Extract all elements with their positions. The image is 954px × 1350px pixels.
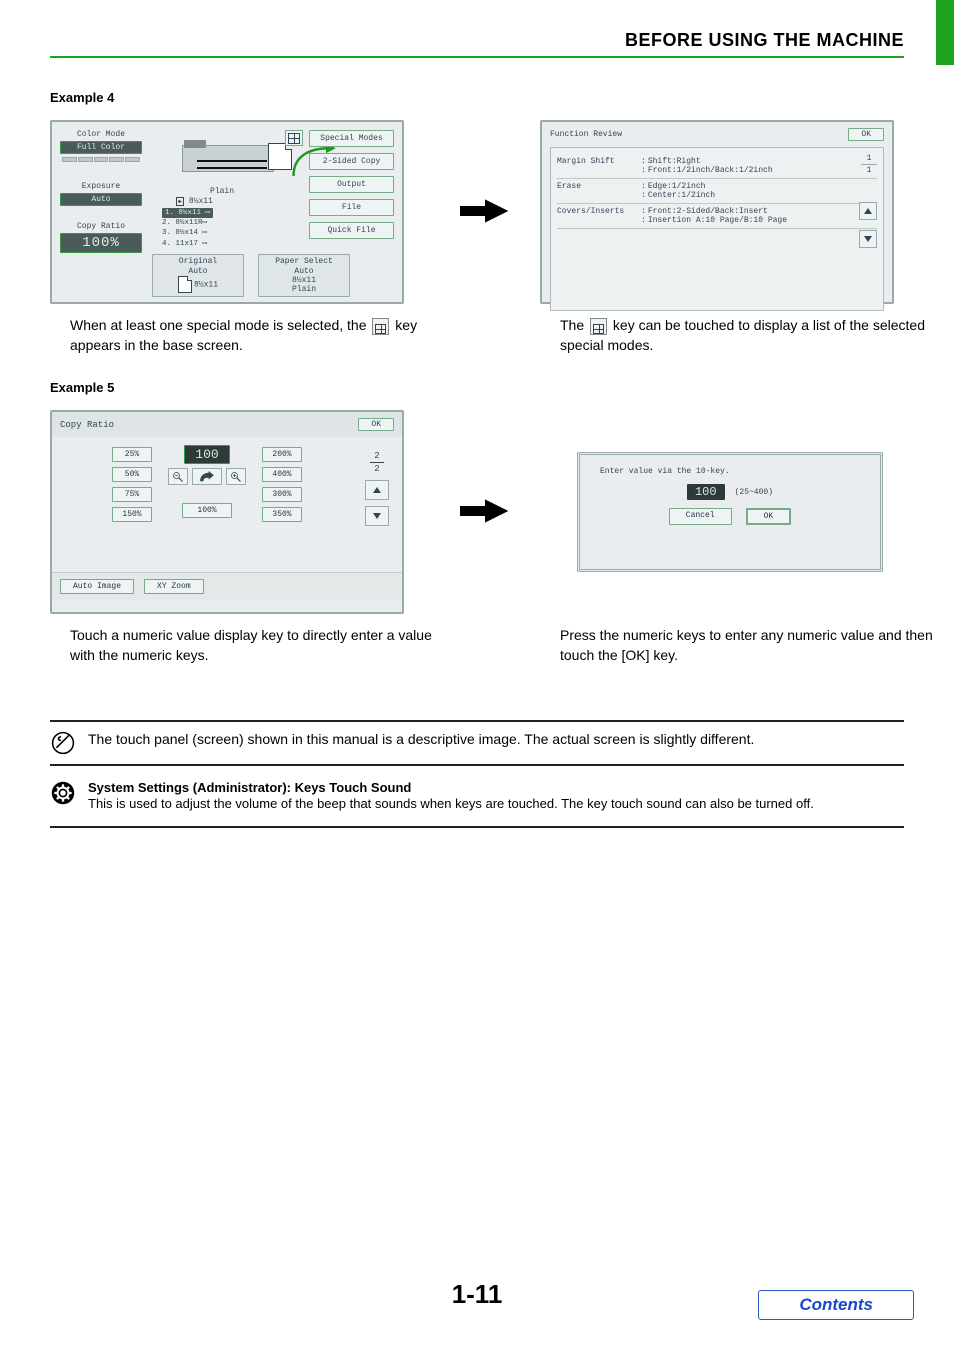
copy-ratio-button[interactable]: 100%	[60, 233, 142, 253]
example5-caption-right: Press the numeric keys to enter any nume…	[540, 626, 940, 665]
contents-link[interactable]: Contents	[758, 1290, 914, 1320]
xy-zoom-button[interactable]: XY Zoom	[144, 579, 204, 594]
example4-caption-right: The key can be touched to display a list…	[540, 316, 940, 355]
numeric-ok-button[interactable]: OK	[746, 508, 792, 525]
tray-list: 1. 8½x11 ▭ 2. 8½x11R▭ 3. 8½x14 ▭ 4. 11x1…	[162, 208, 292, 249]
margin-shift-value: Shift:RightFront:1/2inch/Back:1/2inch	[641, 157, 773, 175]
output-button[interactable]: Output	[309, 176, 394, 193]
margin-shift-label: Margin Shift	[557, 157, 635, 166]
note-text: The touch panel (screen) shown in this m…	[88, 730, 904, 750]
erase-value: Edge:1/2inchCenter:1/2inch	[641, 182, 715, 200]
copy-ratio-ok-button[interactable]: OK	[358, 418, 394, 431]
header-green-bar	[936, 0, 954, 65]
list-key-icon	[372, 318, 389, 335]
tray-2[interactable]: 2. 8½x11R▭	[162, 218, 292, 228]
numeric-entry-panel: Enter value via the 10-key. 100 (25~400)…	[577, 452, 883, 572]
page-header: BEFORE USING THE MACHINE	[50, 30, 904, 58]
numeric-range-label: (25~400)	[735, 488, 773, 497]
example5-heading: Example 5	[50, 380, 904, 395]
preset-400-button[interactable]: 400%	[262, 467, 302, 482]
transition-arrow-icon	[460, 496, 510, 529]
numeric-cancel-button[interactable]: Cancel	[669, 508, 732, 525]
erase-label: Erase	[557, 182, 635, 191]
gear-icon	[50, 780, 76, 806]
page-counter: 11	[861, 154, 877, 175]
exposure-button[interactable]: Auto	[60, 193, 142, 206]
quick-file-button[interactable]: Quick File	[309, 222, 394, 239]
example5-caption-left: Touch a numeric value display key to dir…	[50, 626, 450, 665]
copy-ratio-title: Copy Ratio	[60, 420, 114, 430]
original-card[interactable]: Original Auto 8½x11	[152, 254, 244, 297]
preset-25-button[interactable]: 25%	[112, 447, 152, 462]
covers-inserts-label: Covers/Inserts	[557, 207, 635, 216]
preset-100-button[interactable]: 100%	[182, 503, 231, 518]
transition-arrow-icon	[460, 196, 510, 229]
tray-3[interactable]: 3. 8½x14 ▭	[162, 228, 292, 238]
arrow-up-icon	[373, 487, 381, 493]
ratio-scroll-up-button[interactable]	[365, 480, 389, 500]
preset-150-button[interactable]: 150%	[112, 507, 152, 522]
arrow-down-icon	[864, 236, 872, 242]
paper-type-indicator: Plain ▶ 8½x11	[162, 187, 292, 206]
zoom-out-icon	[172, 471, 184, 483]
list-key-icon	[590, 318, 607, 335]
covers-inserts-value: Front:2-Sided/Back:InsertInsertion A:10 …	[641, 207, 787, 225]
arrow-up-icon	[864, 208, 872, 214]
exposure-label: Exposure	[60, 182, 142, 191]
preset-300-button[interactable]: 300%	[262, 487, 302, 502]
system-settings-body: This is used to adjust the volume of the…	[88, 795, 904, 813]
system-settings-title: System Settings (Administrator): Keys To…	[88, 780, 411, 795]
numeric-value-display: 100	[687, 484, 725, 500]
auto-image-button[interactable]: Auto Image	[60, 579, 134, 594]
numeric-entry-msg: Enter value via the 10-key.	[600, 467, 860, 476]
example4-caption-left: When at least one special mode is select…	[50, 316, 450, 355]
function-review-title: Function Review	[550, 130, 622, 139]
copy-base-screen-panel: Color Mode Full Color Exposure Auto Copy…	[50, 120, 404, 304]
copy-ratio-panel: Copy Ratio OK 25% 50% 75% 150% 100	[50, 410, 404, 614]
example4-heading: Example 4	[50, 90, 904, 105]
arrow-down-icon	[373, 513, 381, 519]
special-modes-button[interactable]: Special Modes	[309, 130, 394, 147]
zoom-in-icon	[230, 471, 242, 483]
scroll-up-button[interactable]	[859, 202, 877, 220]
tray-1[interactable]: 1. 8½x11 ▭	[162, 208, 292, 218]
paper-select-card[interactable]: Paper Select Auto 8½x11 Plain	[258, 254, 350, 297]
two-sided-copy-button[interactable]: 2-Sided Copy	[309, 153, 394, 170]
function-review-ok-button[interactable]: OK	[848, 128, 884, 141]
zoom-out-button[interactable]	[168, 468, 188, 485]
function-review-panel: Function Review OK Margin Shift Shift:Ri…	[540, 120, 894, 304]
preset-75-button[interactable]: 75%	[112, 487, 152, 502]
note-icon	[50, 730, 76, 756]
page-fraction: 22	[362, 451, 392, 474]
color-mode-segments	[62, 157, 140, 162]
preset-350-button[interactable]: 350%	[262, 507, 302, 522]
file-button[interactable]: File	[309, 199, 394, 216]
color-mode-label: Color Mode	[60, 130, 142, 139]
scroll-down-button[interactable]	[859, 230, 877, 248]
page-icon	[178, 276, 192, 293]
preset-200-button[interactable]: 200%	[262, 447, 302, 462]
color-mode-button[interactable]: Full Color	[60, 141, 142, 154]
copy-ratio-label: Copy Ratio	[60, 222, 142, 231]
ratio-value-display[interactable]: 100	[184, 445, 229, 464]
tray-4[interactable]: 4. 11x17 ▭	[162, 239, 292, 249]
preset-50-button[interactable]: 50%	[112, 467, 152, 482]
cursor-button[interactable]	[192, 468, 222, 485]
scanner-illustration	[162, 140, 292, 185]
ratio-scroll-down-button[interactable]	[365, 506, 389, 526]
zoom-in-button[interactable]	[226, 468, 246, 485]
cursor-icon	[197, 471, 217, 483]
